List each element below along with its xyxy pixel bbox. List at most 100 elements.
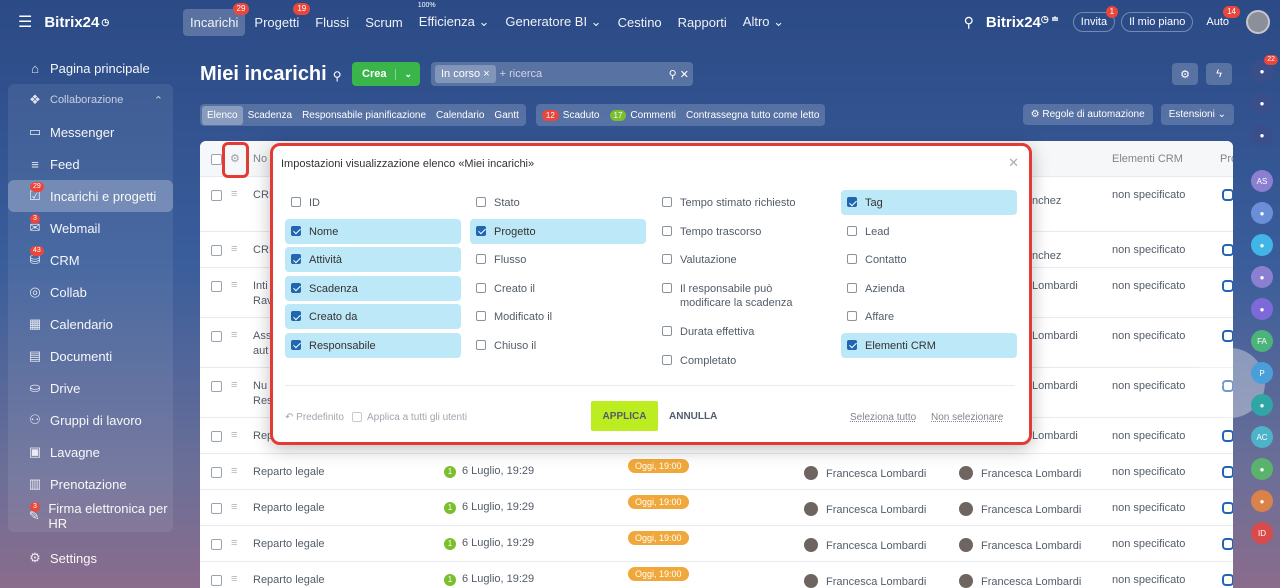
drag-handle-icon[interactable]: ≡ (231, 243, 237, 255)
responsible-cell[interactable]: Lombardi (1032, 280, 1078, 292)
nav-scrum[interactable]: Scrum (358, 9, 410, 36)
apply-all-checkbox[interactable] (352, 412, 362, 422)
option-id[interactable]: ID (285, 190, 461, 215)
right-bar-button[interactable]: ● (1251, 394, 1273, 416)
brand[interactable]: ☰ Bitrix24 ◷ (0, 12, 183, 32)
sidebar-item-messenger[interactable]: ▭ Messenger (8, 116, 173, 148)
sidebar-item-lavagne[interactable]: ▣ Lavagne (8, 436, 173, 468)
task-name[interactable]: Inti (253, 280, 268, 292)
option-modificato-il[interactable]: Modificato il (470, 304, 646, 329)
deadline-badge[interactable]: Oggi, 19:00 (628, 531, 689, 545)
flash-icon[interactable]: ϟ (1206, 63, 1232, 85)
row-checkbox[interactable] (211, 575, 222, 586)
drag-handle-icon[interactable]: ≡ (231, 501, 237, 513)
nav-incarichi[interactable]: Incarichi 29 (183, 2, 250, 36)
my-plan-button[interactable]: Il mio piano (1121, 12, 1194, 32)
option-checkbox[interactable] (847, 339, 857, 350)
nav-cestino[interactable]: Cestino (611, 9, 669, 36)
option-checkbox[interactable] (662, 282, 672, 293)
responsible-cell[interactable]: Francesca Lombardi (959, 502, 1081, 516)
option-checkbox[interactable] (662, 197, 672, 207)
option-completato[interactable]: Completato (656, 348, 832, 373)
table-row[interactable]: ≡ Reparto legale 1 6 Luglio, 19:29 Oggi, 19:… (200, 562, 1233, 588)
project-icon[interactable] (1222, 574, 1233, 586)
right-bar-button[interactable]: ● (1251, 458, 1273, 480)
sidebar-item-feed[interactable]: ≡ Feed (8, 148, 173, 180)
option-checkbox[interactable] (847, 282, 857, 293)
project-icon[interactable] (1222, 244, 1233, 256)
sidebar-item-prenotazione[interactable]: ▥ Prenotazione (8, 468, 173, 500)
right-bar-button[interactable]: ● 22 (1251, 55, 1278, 82)
filter-chip-in-progress[interactable]: In corso × (435, 65, 496, 83)
row-checkbox[interactable] (211, 281, 222, 292)
sidebar-item-crm[interactable]: ⛁ CRM 43 (8, 244, 173, 276)
right-bar-button[interactable]: ● (1251, 92, 1273, 114)
option-il-responsabile-puo-modificare-la-scadenza[interactable]: Il responsabile può modificare la scaden… (656, 276, 832, 316)
option-checkbox[interactable] (662, 225, 672, 236)
project-icon[interactable] (1222, 280, 1233, 292)
right-bar-button[interactable]: ● (1251, 490, 1273, 512)
option-checkbox[interactable] (476, 254, 486, 264)
creator-cell[interactable]: Francesca Lombardi (804, 502, 926, 516)
option-checkbox[interactable] (291, 225, 301, 236)
responsible-cell[interactable]: Francesca Lombardi (959, 466, 1081, 480)
drag-handle-icon[interactable]: ≡ (231, 465, 237, 477)
option-checkbox[interactable] (291, 254, 301, 264)
responsible-cell[interactable]: Lombardi (1032, 330, 1078, 342)
row-checkbox[interactable] (211, 431, 222, 442)
option-checkbox[interactable] (476, 311, 486, 321)
sidebar-item-drive[interactable]: ⛀ Drive (8, 372, 173, 404)
right-bar-button[interactable]: ID (1251, 522, 1273, 544)
option-checkbox[interactable] (847, 254, 857, 264)
task-name[interactable]: Reparto legale (253, 574, 325, 586)
drag-handle-icon[interactable]: ≡ (231, 279, 237, 291)
sidebar-item-calendario[interactable]: ▦ Calendario (8, 308, 173, 340)
create-button[interactable]: Crea ⌄ (352, 62, 420, 86)
automation-rules-button[interactable]: ⚙ Regole di automazione (1022, 104, 1153, 125)
option-checkbox[interactable] (847, 311, 857, 321)
nav-progetti[interactable]: Progetti 19 (247, 2, 311, 36)
option-affare[interactable]: Affare (841, 304, 1017, 329)
creator-cell[interactable]: Francesca Lombardi (804, 574, 926, 588)
drag-handle-icon[interactable]: ≡ (231, 379, 237, 391)
close-icon[interactable]: ✕ (1008, 155, 1019, 171)
option-checkbox[interactable] (291, 282, 301, 293)
row-checkbox[interactable] (211, 539, 222, 550)
deadline-badge[interactable]: Oggi, 19:00 (628, 495, 689, 509)
deadline-badge[interactable]: Oggi, 19:00 (628, 459, 689, 473)
option-tag[interactable]: Tag (841, 190, 1017, 215)
project-icon[interactable] (1222, 466, 1233, 478)
responsible-cell[interactable]: nchez (1032, 195, 1061, 207)
responsible-cell[interactable]: Francesca Lombardi (959, 574, 1081, 588)
option-checkbox[interactable] (291, 197, 301, 207)
nav-rapporti[interactable]: Rapporti (671, 9, 734, 36)
sidebar-item-webmail[interactable]: ✉ Webmail 3 (8, 212, 173, 244)
invite-button[interactable]: Invita 1 (1072, 6, 1119, 32)
nav-altro[interactable]: Altro ⌄ (736, 8, 791, 36)
row-checkbox[interactable] (211, 190, 222, 201)
option-azienda[interactable]: Azienda (841, 276, 1017, 301)
deadline-badge[interactable]: Oggi, 19:00 (628, 567, 689, 581)
default-link[interactable]: ↶ Predefinito (285, 402, 344, 432)
option-elementi-crm[interactable]: Elementi CRM (841, 332, 1017, 358)
task-name[interactable]: Nu (253, 380, 267, 392)
menu-icon[interactable]: ☰ (18, 12, 32, 32)
nav-flussi[interactable]: Flussi (308, 9, 356, 36)
right-bar-button[interactable]: AS (1251, 170, 1273, 192)
table-row[interactable]: ≡ Reparto legale 1 6 Luglio, 19:29 Oggi, 19:… (200, 490, 1233, 526)
task-name[interactable]: Reparto legale (253, 538, 325, 550)
drag-handle-icon[interactable]: ≡ (231, 537, 237, 549)
option-checkbox[interactable] (291, 311, 301, 321)
search-icon[interactable]: ⚲ (964, 14, 974, 31)
filter-search[interactable]: In corso × + ricerca ⚲ ✕ (431, 62, 693, 86)
table-row[interactable]: ≡ Reparto legale 1 6 Luglio, 19:29 Oggi, 19:… (200, 454, 1233, 490)
tab-elenco[interactable]: Elenco (202, 105, 243, 125)
option-checkbox[interactable] (476, 339, 486, 350)
right-bar-button[interactable]: ● (1251, 298, 1273, 320)
deselect-all-link[interactable]: Non selezionare (931, 402, 1003, 432)
option-checkbox[interactable] (291, 339, 301, 350)
right-bar-button[interactable]: ● (1251, 266, 1273, 288)
project-icon[interactable] (1222, 189, 1233, 201)
header-crm[interactable]: Elementi CRM (1112, 153, 1183, 165)
option-valutazione[interactable]: Valutazione (656, 247, 832, 272)
